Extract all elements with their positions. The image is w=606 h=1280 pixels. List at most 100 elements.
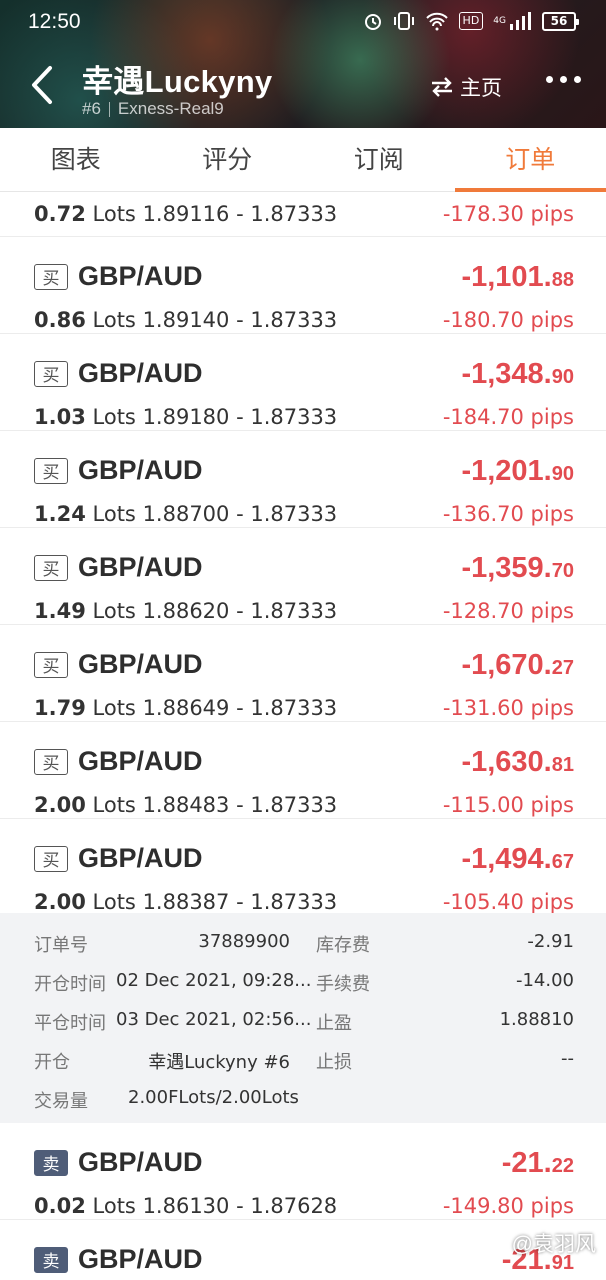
- order-row[interactable]: 买 GBP/AUD -1,359.70 1.49 Lots 1.88620 - …: [0, 528, 606, 625]
- pips-value: -131.60 pips: [442, 696, 574, 720]
- page-title: 幸遇Luckyny: [82, 64, 273, 99]
- tab-orders[interactable]: 订单: [454, 128, 606, 192]
- detail-row: 交易量 2.00FLots/2.00Lots: [0, 1087, 606, 1126]
- price-range: 1.88387 - 1.87333: [142, 890, 338, 914]
- profit: -1,630.81: [461, 746, 574, 779]
- status-icons: HD 4G 56: [363, 11, 579, 31]
- lots-unit: Lots: [92, 502, 136, 526]
- divider: [108, 101, 110, 117]
- profit-int: -1,494.: [461, 843, 552, 875]
- pips-value: -105.40 pips: [442, 890, 574, 914]
- symbol: GBP/AUD: [78, 261, 203, 291]
- profit: -1,348.90: [461, 358, 574, 391]
- pips-value: -149.80 pips: [442, 1194, 574, 1218]
- pips-value: -184.70 pips: [442, 405, 574, 429]
- order-row[interactable]: 买 GBP/AUD -1,630.81 2.00 Lots 1.88483 - …: [0, 722, 606, 819]
- order-row[interactable]: 卖 GBP/AUD -21.22 0.02 Lots 1.86130 - 1.8…: [0, 1123, 606, 1220]
- order-header: 买 GBP/AUD: [34, 455, 203, 486]
- open-by-label: 开仓: [34, 1052, 70, 1073]
- more-dot: [546, 76, 553, 83]
- profit-int: -21.: [501, 1147, 552, 1179]
- price-range: 1.88483 - 1.87333: [142, 793, 338, 817]
- profit-dec: 22: [551, 1155, 574, 1177]
- profit-dec: 67: [551, 851, 574, 873]
- price-range: 1.89140 - 1.87333: [142, 308, 338, 332]
- symbol: GBP/AUD: [78, 358, 203, 388]
- order-header: 买 GBP/AUD: [34, 552, 203, 583]
- more-dot: [574, 76, 581, 83]
- detail-row: 开仓时间 02 Dec 2021, 09:28... 手续费 -14.00: [0, 970, 606, 1009]
- network-type: 4G: [493, 16, 506, 26]
- commission-label: 手续费: [316, 974, 370, 995]
- order-lots-prices: 2.00 Lots 1.88483 - 1.87333: [34, 793, 337, 817]
- close-time-value: 03 Dec 2021, 02:56...: [116, 1009, 312, 1030]
- profit-int: -1,101.: [461, 261, 552, 293]
- price-range: 1.89116 - 1.87333: [142, 202, 338, 226]
- lots-unit: Lots: [92, 696, 136, 720]
- commission-value: -14.00: [515, 970, 574, 991]
- order-lots-prices: 1.24 Lots 1.88700 - 1.87333: [34, 502, 337, 526]
- order-header: 买 GBP/AUD: [34, 649, 203, 680]
- direction-badge: 买: [34, 554, 68, 581]
- back-button[interactable]: [28, 62, 58, 108]
- order-header: 买 GBP/AUD: [34, 843, 203, 874]
- symbol: GBP/AUD: [78, 746, 203, 776]
- tab-subscribe[interactable]: 订阅: [303, 128, 455, 191]
- swap-value: -2.91: [527, 931, 574, 952]
- profit-dec: 70: [551, 560, 574, 582]
- home-button[interactable]: 主页: [430, 72, 502, 102]
- home-label: 主页: [460, 76, 502, 100]
- profit-dec: 90: [551, 366, 574, 388]
- order-header: 卖 GBP/AUD: [34, 1147, 203, 1178]
- lots-value: 1.24: [34, 502, 86, 526]
- detail-row: 平仓时间 03 Dec 2021, 02:56... 止盈 1.88810: [0, 1009, 606, 1048]
- direction-badge: 卖: [34, 1246, 68, 1273]
- order-row-partial[interactable]: 0.72 Lots 1.89116 - 1.87333 -178.30 pips: [0, 192, 606, 237]
- order-row[interactable]: 买 GBP/AUD -1,348.90 1.03 Lots 1.89180 - …: [0, 334, 606, 431]
- direction-badge: 买: [34, 457, 68, 484]
- volume-label: 交易量: [34, 1091, 88, 1112]
- watermark: @袁羽风: [511, 1233, 596, 1256]
- lots-unit: Lots: [92, 202, 136, 226]
- lots-value: 1.49: [34, 599, 86, 623]
- lots-value: 1.03: [34, 405, 86, 429]
- lots-value: 0.86: [34, 308, 86, 332]
- profit: -21.22: [502, 1147, 574, 1180]
- open-by-value: 幸遇Luckyny #6: [148, 1052, 290, 1073]
- lots-unit: Lots: [92, 599, 136, 623]
- price-range: 1.86130 - 1.87628: [142, 1194, 338, 1218]
- profit: -1,494.67: [461, 843, 574, 876]
- open-time-value: 02 Dec 2021, 09:28...: [116, 970, 312, 991]
- server-label: Exness-Real9: [117, 99, 224, 118]
- pips-value: -178.30 pips: [442, 202, 574, 226]
- order-lots-prices: 1.49 Lots 1.88620 - 1.87333: [34, 599, 337, 623]
- status-bar: 12:50 HD 4G 56: [0, 0, 606, 46]
- take-profit-value: 1.88810: [499, 1009, 574, 1030]
- symbol: GBP/AUD: [78, 1147, 203, 1177]
- detail-row: 订单号 37889900 库存费 -2.91: [0, 931, 606, 970]
- order-row-expanded[interactable]: 买 GBP/AUD -1,494.67 2.00 Lots 1.88387 - …: [0, 819, 606, 914]
- profit: -1,101.88: [461, 261, 574, 294]
- order-header: 买 GBP/AUD: [34, 746, 203, 777]
- lots-unit: Lots: [92, 1194, 136, 1218]
- direction-badge: 买: [34, 845, 68, 872]
- profit-dec: 27: [551, 657, 574, 679]
- detail-row: 开仓 幸遇Luckyny #6 止损 --: [0, 1048, 606, 1087]
- account-subtitle: #6 Exness-Real9: [82, 99, 224, 119]
- lots-value: 0.72: [34, 202, 86, 226]
- signal-icon: 4G: [493, 12, 532, 30]
- order-row[interactable]: 买 GBP/AUD -1,670.27 1.79 Lots 1.88649 - …: [0, 625, 606, 722]
- order-header: 卖 GBP/AUD: [34, 1244, 203, 1275]
- tab-chart[interactable]: 图表: [0, 128, 152, 191]
- tab-rating[interactable]: 评分: [152, 128, 304, 191]
- profit-int: -1,348.: [461, 358, 552, 390]
- more-button[interactable]: [546, 76, 581, 83]
- pips-value: -180.70 pips: [442, 308, 574, 332]
- alarm-icon: [363, 11, 383, 31]
- order-row[interactable]: 买 GBP/AUD -1,101.88 0.86 Lots 1.89140 - …: [0, 237, 606, 334]
- order-detail-panel: 订单号 37889900 库存费 -2.91 开仓时间 02 Dec 2021,…: [0, 913, 606, 1123]
- price-range: 1.88620 - 1.87333: [142, 599, 338, 623]
- profit-int: -1,359.: [461, 552, 552, 584]
- symbol: GBP/AUD: [78, 552, 203, 582]
- order-row[interactable]: 买 GBP/AUD -1,201.90 1.24 Lots 1.88700 - …: [0, 431, 606, 528]
